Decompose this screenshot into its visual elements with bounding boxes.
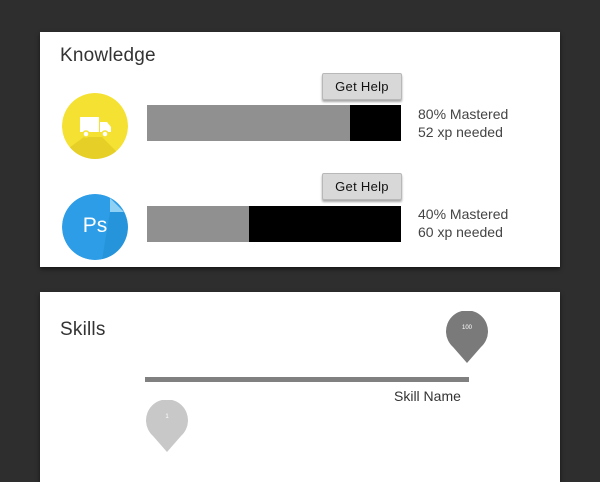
mastery-progress-bar — [147, 105, 401, 141]
skill-name-label: Skill Name — [394, 388, 461, 404]
photoshop-icon-text: Ps — [82, 214, 108, 237]
truck-icon — [62, 93, 128, 159]
skill-slider-track[interactable] — [145, 377, 469, 382]
photoshop-icon: Ps — [62, 194, 128, 260]
knowledge-card: Knowledge Get Help 80% Mastered 52 xp ne… — [40, 32, 560, 267]
min-value-label: 1 — [165, 414, 169, 420]
knowledge-title: Knowledge — [60, 45, 156, 66]
max-value-pin[interactable]: 100 — [445, 311, 489, 363]
xp-needed: 60 xp needed — [418, 224, 503, 240]
mastery-percent: 40% Mastered — [418, 206, 509, 222]
mastery-progress-fill — [147, 105, 351, 141]
xp-needed: 52 xp needed — [418, 124, 503, 140]
skills-title: Skills — [60, 319, 106, 340]
mastery-progress-fill — [147, 206, 249, 242]
max-value-label: 100 — [461, 325, 472, 331]
mastery-percent: 80% Mastered — [418, 106, 509, 122]
get-help-button[interactable]: Get Help — [322, 73, 402, 100]
skills-card: Skills 100 Skill Name 1 — [40, 292, 560, 482]
mastery-progress-bar — [147, 206, 401, 242]
min-value-pin[interactable]: 1 — [145, 400, 189, 452]
get-help-button[interactable]: Get Help — [322, 173, 402, 200]
